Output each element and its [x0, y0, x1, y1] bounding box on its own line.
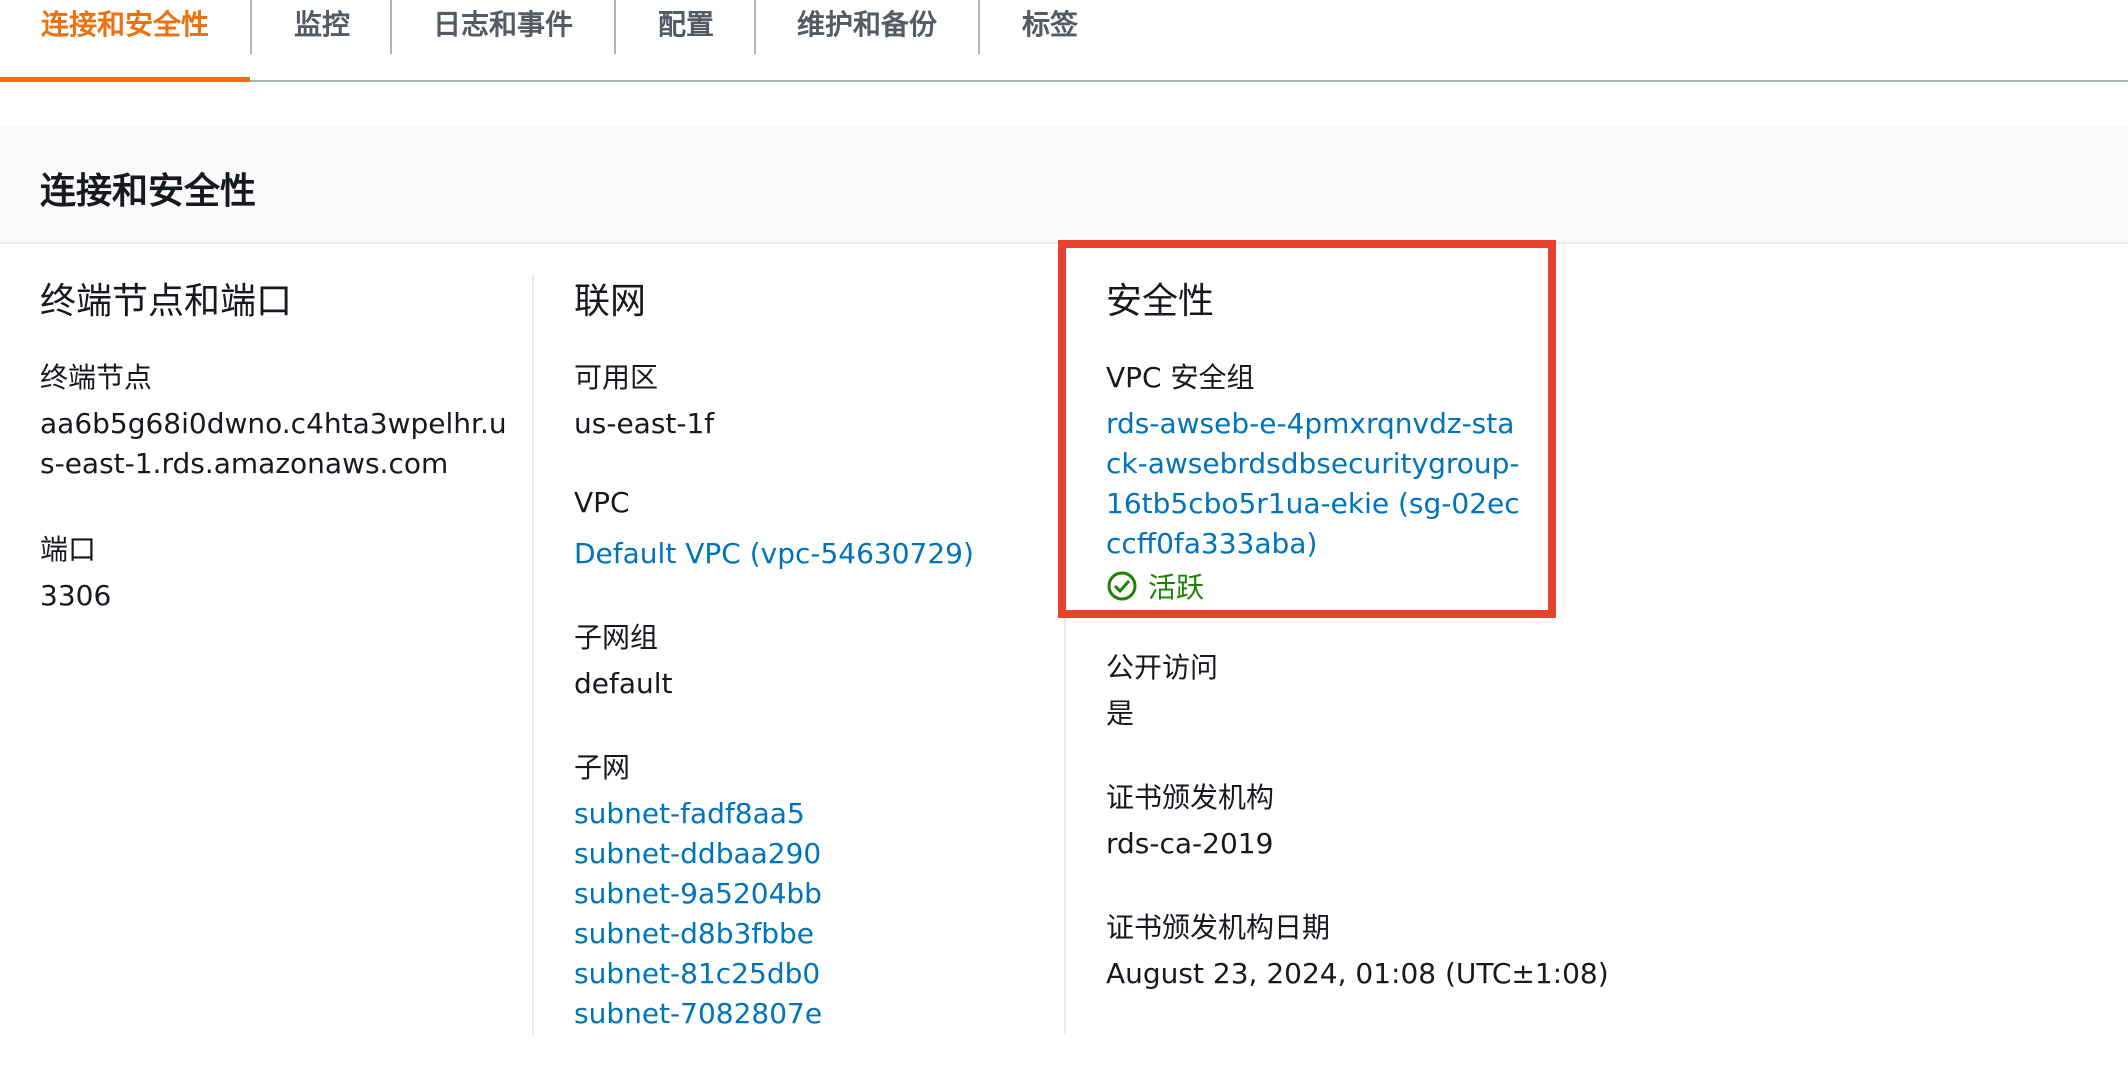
certificate-authority-date-label: 证书颁发机构日期 — [1106, 911, 1331, 944]
vpc-label: VPC — [574, 486, 630, 519]
certificate-authority-label: 证书颁发机构 — [1106, 781, 1275, 814]
subnet-group-label: 子网组 — [574, 621, 659, 654]
public-access-value: 是 — [1106, 697, 1135, 730]
port-label: 端口 — [40, 533, 97, 566]
column-divider — [532, 274, 534, 1034]
public-access-label: 公开访问 — [1106, 651, 1219, 684]
subnet-link[interactable]: subnet-7082807e — [574, 994, 822, 1034]
endpoint-value: aa6b5g68i0dwno.c4hta3wpelhr.us-east-1.rd… — [40, 407, 507, 480]
tab-maintenance-backups[interactable]: 维护和备份 — [756, 0, 978, 82]
availability-zone-value: us-east-1f — [574, 407, 715, 440]
subnet-link[interactable]: subnet-9a5204bb — [574, 874, 822, 914]
availability-zone-label: 可用区 — [574, 361, 659, 394]
subnet-group-value: default — [574, 667, 673, 700]
highlight-box — [1058, 240, 1556, 618]
subnets-label: 子网 — [574, 751, 631, 784]
certificate-authority-date-value: August 23, 2024, 01:08 (UTC±1:08) — [1106, 957, 1609, 990]
certificate-authority-value: rds-ca-2019 — [1106, 827, 1274, 860]
panel-header: 连接和安全性 — [0, 126, 2128, 244]
subnet-link[interactable]: subnet-fadf8aa5 — [574, 794, 805, 834]
networking-section-title: 联网 — [574, 281, 647, 322]
endpoint-label: 终端节点 — [40, 361, 153, 394]
subnet-link[interactable]: subnet-ddbaa290 — [574, 834, 821, 874]
tab-configuration[interactable]: 配置 — [616, 0, 756, 82]
vpc-link[interactable]: Default VPC (vpc-54630729) — [574, 534, 974, 574]
subnet-link[interactable]: subnet-d8b3fbbe — [574, 914, 814, 954]
tab-connectivity-security[interactable]: 连接和安全性 — [0, 0, 250, 82]
panel-title: 连接和安全性 — [40, 171, 257, 212]
tab-bar: 连接和安全性 监控 日志和事件 配置 维护和备份 标签 — [0, 0, 2128, 82]
tab-tags[interactable]: 标签 — [980, 0, 1120, 82]
endpoint-section-title: 终端节点和端口 — [40, 281, 293, 322]
tab-logs-events[interactable]: 日志和事件 — [392, 0, 614, 82]
subnet-link[interactable]: subnet-81c25db0 — [574, 954, 820, 994]
port-value: 3306 — [40, 579, 112, 612]
tab-monitoring[interactable]: 监控 — [252, 0, 392, 82]
